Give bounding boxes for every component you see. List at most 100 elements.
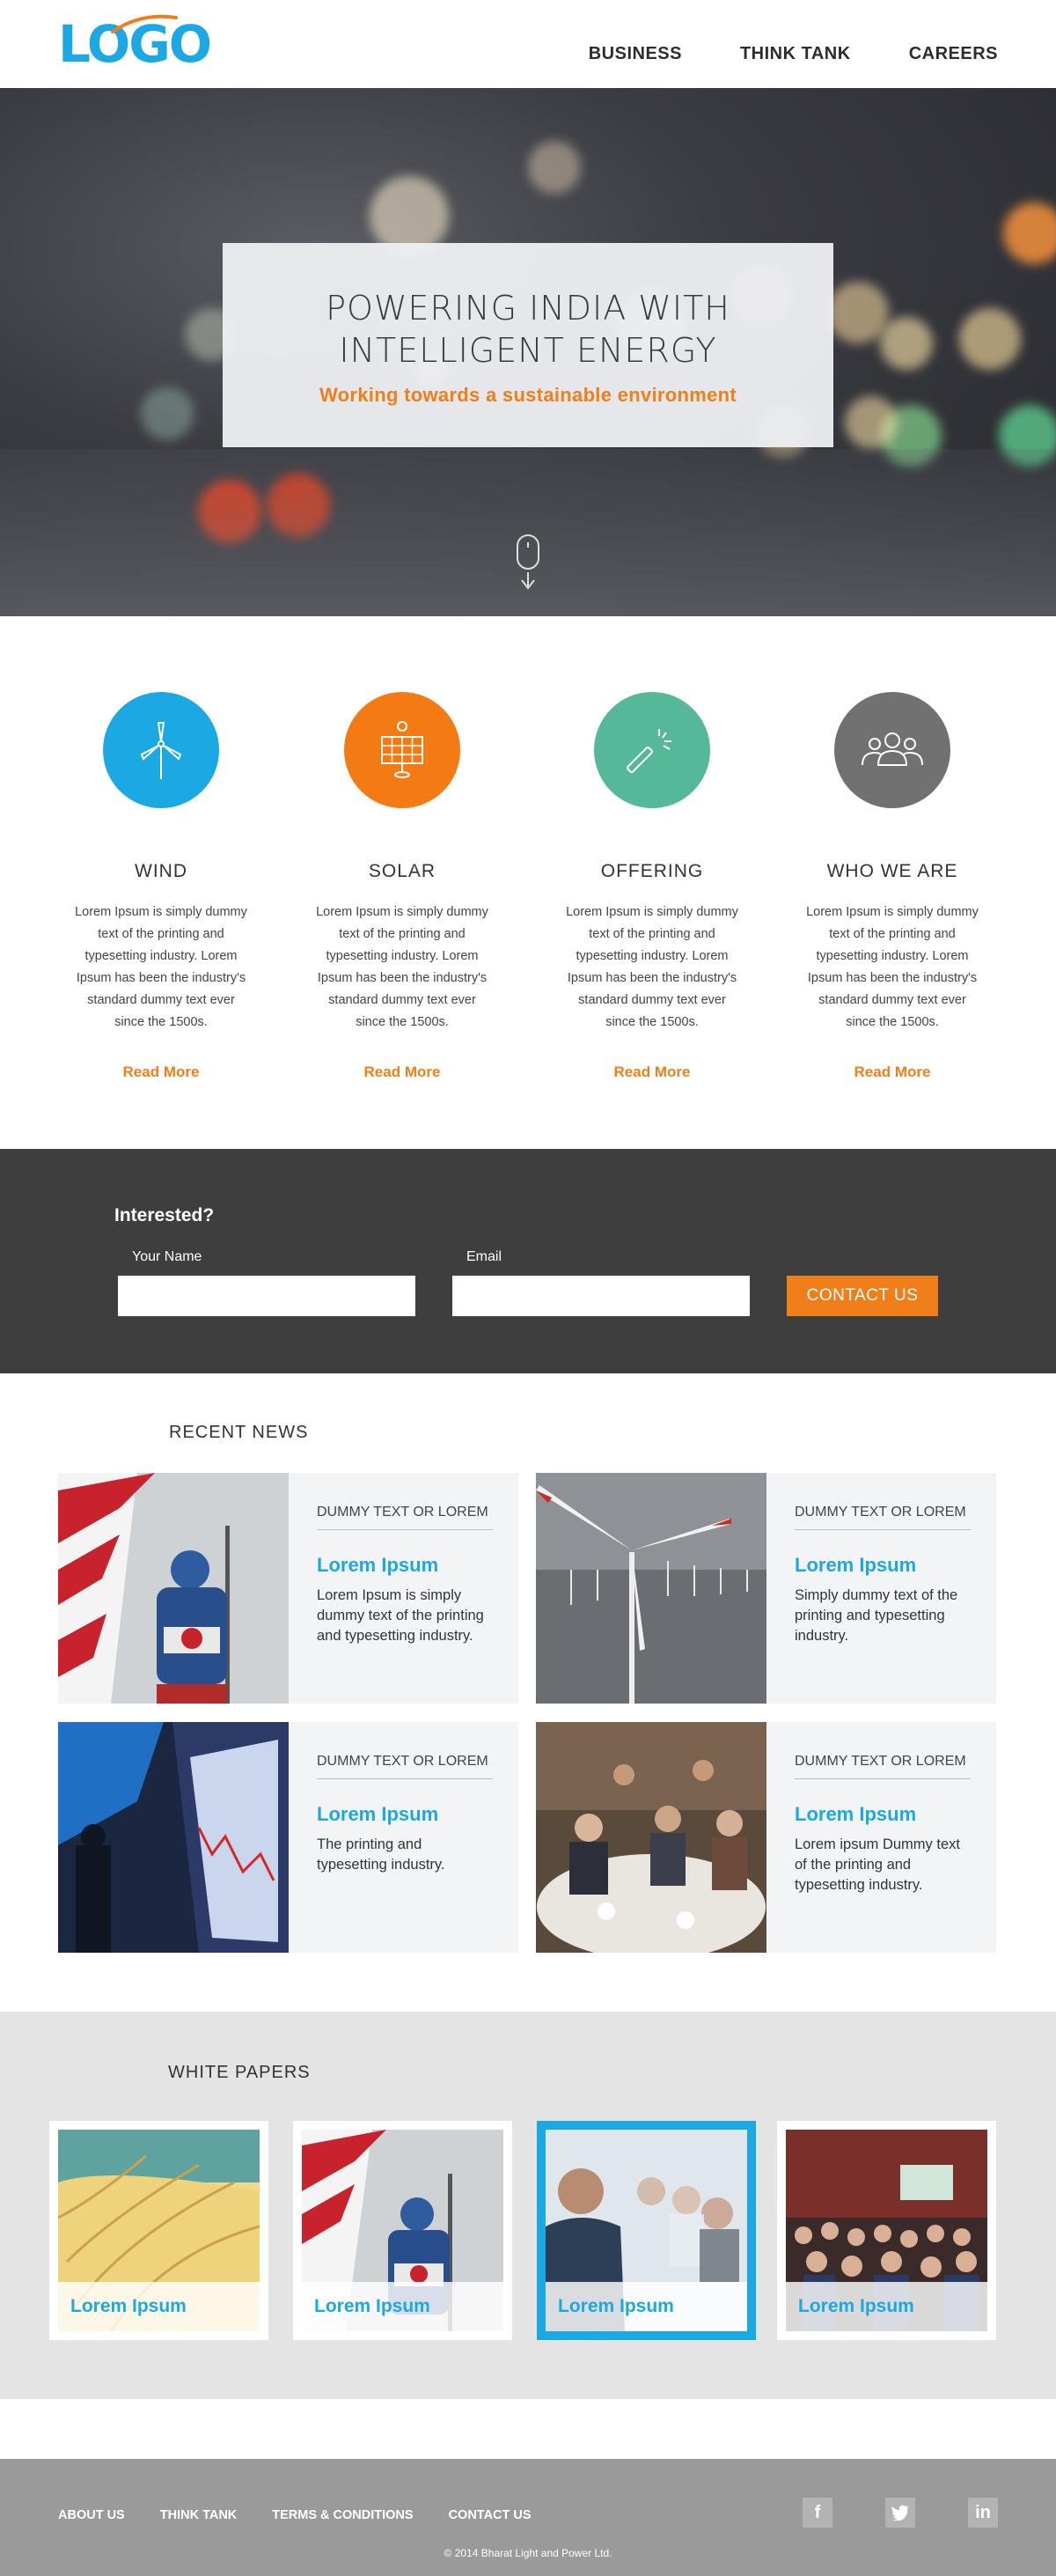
contact-us-button[interactable]: CONTACT US [787,1276,938,1316]
news-image [58,1473,289,1704]
feature-wind-circle [103,692,219,808]
wind-turbine-icon [140,722,182,779]
read-more-link[interactable]: Read More [364,1064,441,1081]
logo[interactable]: LOGO [58,14,212,72]
logo-swoosh-icon [111,14,178,33]
news-image [536,1722,766,1953]
news-category: DUMMY TEXT OR LOREM [317,1505,493,1530]
social-links: f in [803,2498,998,2528]
news-text: The printing and typesetting industry. [317,1836,445,1873]
white-paper-image: Lorem Ipsum [546,2130,747,2331]
feature-title: WIND [135,861,187,881]
news-card[interactable]: DUMMY TEXT OR LOREM Lorem Ipsum The prin… [58,1722,518,1953]
footer-link-about-us[interactable]: ABOUT US [58,2508,125,2522]
news-photo-stock-exchange [58,1722,289,1953]
white-paper-caption: Lorem Ipsum [58,2282,260,2331]
bokeh-light [528,141,581,194]
facebook-icon[interactable]: f [803,2498,832,2528]
mouse-scroll-icon[interactable] [516,534,540,593]
white-paper-card[interactable]: Lorem Ipsum [777,2121,996,2340]
white-paper-image: Lorem Ipsum [58,2130,260,2331]
bokeh-light [141,387,194,440]
bokeh-light [1003,202,1056,264]
news-text: Lorem Ipsum is simply dummy text of the … [317,1587,484,1644]
white-paper-caption: Lorem Ipsum [786,2282,987,2331]
news-headline[interactable]: Lorem Ipsum [795,1554,916,1577]
solar-panel-icon [381,721,423,778]
feature-solar-circle [344,692,460,808]
feature-solar: SOLAR Lorem Ipsum is simply dummy text o… [305,692,499,1081]
news-headline[interactable]: Lorem Ipsum [317,1554,438,1577]
twitter-bird-glyph [891,2505,909,2521]
news-headline[interactable]: Lorem Ipsum [795,1803,916,1826]
feature-text: Lorem Ipsum is simply dummy text of the … [566,905,738,1029]
bokeh-light [827,282,889,343]
nav-business[interactable]: BUSINESS [589,44,682,64]
recent-news-title: RECENT NEWS [169,1423,309,1442]
main-nav: BUSINESS THINK TANK CAREERS [589,44,998,64]
read-more-link[interactable]: Read More [614,1064,691,1081]
news-category: DUMMY TEXT OR LOREM [795,1754,971,1779]
feature-offering-circle [594,692,710,808]
white-paper-caption: Lorem Ipsum [302,2282,503,2331]
white-paper-card[interactable]: Lorem Ipsum [49,2121,268,2340]
site-footer: ABOUT US THINK TANK TERMS & CONDITIONS C… [0,2459,1056,2576]
bokeh-light [880,317,933,370]
white-papers-section: WHITE PAPERS Lorem Ipsum Lorem Ipsum Lor… [0,2012,1056,2399]
hero-title: POWERING INDIA WITH INTELLIGENT ENERGY [223,287,833,372]
feature-text: Lorem Ipsum is simply dummy text of the … [316,905,488,1029]
white-paper-image: Lorem Ipsum [302,2130,503,2331]
news-photo-wind-farm [536,1473,766,1704]
hero-headline-box: POWERING INDIA WITH INTELLIGENT ENERGY W… [223,243,833,447]
interested-title: Interested? [114,1205,215,1225]
feature-title: OFFERING [600,861,704,881]
news-card[interactable]: DUMMY TEXT OR LOREM Lorem Ipsum Lorem Ip… [58,1473,518,1704]
feature-text: Lorem Ipsum is simply dummy text of the … [806,905,979,1029]
news-card[interactable]: DUMMY TEXT OR LOREM Lorem Ipsum Simply d… [536,1473,996,1704]
feature-title: SOLAR [368,861,436,881]
name-label: Your Name [132,1249,202,1264]
copyright-text: © 2014 Bharat Light and Power Ltd. [444,2547,612,2559]
feature-who-circle [834,692,950,808]
read-more-link[interactable]: Read More [123,1064,200,1081]
news-text: Simply dummy text of the printing and ty… [795,1587,958,1644]
feature-offering: OFFERING Lorem Ipsum is simply dummy tex… [555,692,749,1081]
nav-think-tank[interactable]: THINK TANK [740,44,851,64]
email-label: Email [466,1249,502,1264]
news-card[interactable]: DUMMY TEXT OR LOREM Lorem Ipsum Lorem ip… [536,1722,996,1953]
news-image [536,1473,766,1704]
hero-title-line-1: POWERING INDIA WITH [326,289,730,328]
footer-link-think-tank[interactable]: THINK TANK [160,2508,238,2522]
feature-text: Lorem Ipsum is simply dummy text of the … [75,905,247,1029]
people-group-icon [862,732,923,766]
linkedin-icon[interactable]: in [968,2498,998,2528]
feature-who-we-are: WHO WE ARE Lorem Ipsum is simply dummy t… [796,692,989,1081]
name-input[interactable] [118,1276,415,1316]
white-paper-card-selected[interactable]: Lorem Ipsum [537,2121,756,2340]
footer-link-terms[interactable]: TERMS & CONDITIONS [272,2508,413,2522]
news-photo-conference [536,1722,766,1953]
footer-link-contact-us[interactable]: CONTACT US [449,2508,532,2522]
news-photo-flag-hero [58,1473,289,1704]
email-input[interactable] [452,1276,750,1316]
news-image [58,1722,289,1953]
bokeh-light [959,308,1021,370]
read-more-link[interactable]: Read More [854,1064,931,1081]
white-paper-card[interactable]: Lorem Ipsum [293,2121,512,2340]
contact-band: Interested? Your Name Email CONTACT US [0,1149,1056,1373]
hero-banner: POWERING INDIA WITH INTELLIGENT ENERGY W… [0,88,1056,616]
news-category: DUMMY TEXT OR LOREM [795,1505,971,1530]
magic-wand-icon [626,729,671,774]
white-paper-caption: Lorem Ipsum [546,2282,747,2331]
news-headline[interactable]: Lorem Ipsum [317,1803,438,1826]
news-category: DUMMY TEXT OR LOREM [317,1754,493,1779]
feature-title: WHO WE ARE [826,861,958,881]
nav-careers[interactable]: CAREERS [909,44,998,64]
hero-subtitle: Working towards a sustainable environmen… [319,384,737,406]
twitter-icon[interactable] [885,2498,915,2528]
hero-title-line-2: INTELLIGENT ENERGY [339,331,717,370]
white-papers-title: WHITE PAPERS [168,2063,311,2082]
footer-links: ABOUT US THINK TANK TERMS & CONDITIONS C… [58,2508,532,2522]
feature-wind: WIND Lorem Ipsum is simply dummy text of… [64,692,258,1081]
bokeh-light [845,396,898,449]
